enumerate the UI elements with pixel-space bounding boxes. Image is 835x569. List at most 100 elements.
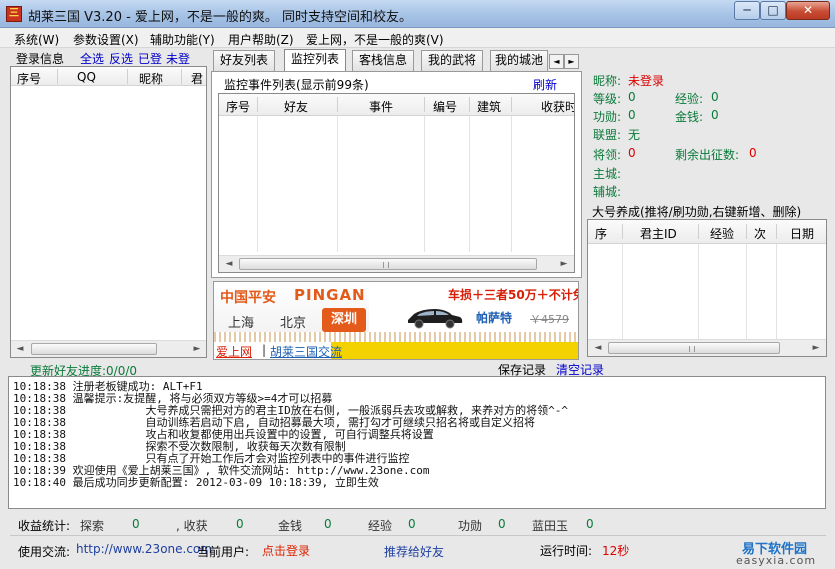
profile-panel: 昵称: 未登录 等级: 0 经验: 0 功勋: 0 金钱: 0 联盟: 无 将领… bbox=[587, 70, 827, 202]
col-header[interactable]: QQ bbox=[77, 70, 96, 84]
stat-jade-label: 蓝田玉 bbox=[532, 519, 569, 533]
menu-system[interactable]: 系统(W) bbox=[14, 31, 59, 48]
col-header[interactable]: 经验 bbox=[710, 225, 734, 242]
tab-scroll-right-icon[interactable]: ► bbox=[564, 54, 579, 69]
refresh-link[interactable]: 刷新 bbox=[533, 76, 557, 93]
close-button[interactable]: ✕ bbox=[786, 1, 830, 20]
profile-nickname-label: 昵称: bbox=[593, 74, 622, 88]
col-header[interactable]: 序 bbox=[595, 225, 607, 242]
maximize-button[interactable]: □ bbox=[760, 1, 786, 20]
col-header[interactable]: 事件 bbox=[369, 98, 393, 115]
stat-harvest-label: , 收获 bbox=[176, 519, 208, 533]
invert-select-link[interactable]: 反选 bbox=[109, 50, 133, 67]
horizontal-scrollbar[interactable]: ◄ ► bbox=[588, 339, 826, 356]
login-list-header: 序号 QQ 昵称 君 bbox=[11, 67, 206, 86]
scroll-thumb[interactable] bbox=[608, 342, 780, 354]
scroll-left-icon[interactable]: ◄ bbox=[12, 342, 28, 356]
profile-nickname-value: 未登录 bbox=[628, 74, 665, 88]
col-header[interactable]: 次 bbox=[754, 225, 766, 242]
ad-link-forum[interactable]: 胡莱三国交流 bbox=[270, 343, 342, 359]
menu-bar: 系统(W) 参数设置(X) 辅助功能(Y) 用户帮助(Z) 爱上网，不是一般的爽… bbox=[0, 28, 835, 48]
profile-level-value: 0 bbox=[628, 90, 636, 104]
log-panel[interactable]: 10:18:38 注册老板键成功: ALT+F1 10:18:38 温馨提示:友… bbox=[8, 376, 826, 509]
runtime-label: 运行时间: bbox=[540, 544, 593, 558]
profile-gold-label: 金钱: bbox=[675, 110, 704, 124]
col-header[interactable]: 编号 bbox=[433, 98, 457, 115]
col-header[interactable]: 序号 bbox=[17, 70, 41, 87]
menu-assist[interactable]: 辅助功能(Y) bbox=[150, 31, 215, 48]
login-list[interactable]: 序号 QQ 昵称 君 ◄ ► bbox=[10, 66, 207, 358]
scroll-left-icon[interactable]: ◄ bbox=[221, 257, 237, 271]
ad-promo-area: 车损＋三者50万＋不计免 帕萨特 ￥4579 bbox=[370, 282, 579, 332]
profile-merit-value: 0 bbox=[628, 108, 636, 122]
profile-level-label: 等级: bbox=[593, 92, 622, 106]
ad-banner[interactable]: 中国平安 PINGAN 上海 北京 深圳 车损＋三者50万＋不计免 帕萨特 ￥4… bbox=[213, 281, 579, 360]
col-header[interactable]: 收获时 bbox=[541, 98, 574, 115]
menu-help[interactable]: 用户帮助(Z) bbox=[228, 31, 294, 48]
title-bar: 三 胡莱三国 V3.20 - 爱上网，不是一般的爽。 同时支持空间和校友。 ─ … bbox=[0, 0, 835, 28]
ad-link-aishangwang[interactable]: 爱上网 bbox=[216, 343, 252, 359]
profile-sorties-value: 0 bbox=[749, 146, 757, 160]
login-link[interactable]: 点击登录 bbox=[262, 542, 310, 559]
stat-merit-value: 0 bbox=[498, 517, 506, 531]
tab-generals[interactable]: 我的武将 bbox=[421, 50, 483, 71]
profile-exp-label: 经验: bbox=[675, 92, 704, 106]
minimize-button[interactable]: ─ bbox=[734, 1, 760, 20]
monitor-list[interactable]: 序号 好友 事件 编号 建筑 收获时 ◄ ► bbox=[218, 93, 575, 273]
exchange-label: 使用交流: bbox=[18, 545, 71, 559]
ad-brand-en: PINGAN bbox=[294, 286, 366, 304]
ad-city-selected[interactable]: 深圳 bbox=[322, 308, 366, 332]
scroll-thumb[interactable] bbox=[239, 258, 537, 270]
tab-inn[interactable]: 客栈信息 bbox=[352, 50, 414, 71]
scroll-thumb[interactable] bbox=[31, 343, 157, 355]
app-icon: 三 bbox=[6, 6, 22, 22]
ad-city[interactable]: 上海 bbox=[228, 312, 254, 331]
watermark-en: easyxia.com bbox=[736, 554, 817, 567]
ad-city-selector: 上海 北京 深圳 bbox=[214, 308, 369, 332]
recommend-link[interactable]: 推荐给好友 bbox=[384, 543, 444, 560]
col-header[interactable]: 君 bbox=[191, 70, 203, 87]
horizontal-scrollbar[interactable]: ◄ ► bbox=[11, 340, 206, 357]
select-all-link[interactable]: 全选 bbox=[80, 50, 104, 67]
profile-merit-label: 功勋: bbox=[593, 110, 622, 124]
profile-main-city-label: 主城: bbox=[593, 167, 622, 181]
stat-gold-value: 0 bbox=[324, 517, 332, 531]
scroll-right-icon[interactable]: ► bbox=[808, 341, 824, 355]
horizontal-scrollbar[interactable]: ◄ ► bbox=[219, 255, 574, 272]
stat-merit-label: 功勋 bbox=[458, 519, 483, 533]
menu-settings[interactable]: 参数设置(X) bbox=[73, 31, 139, 48]
monitor-title: 监控事件列表(显示前99条) bbox=[224, 78, 369, 92]
tab-friends[interactable]: 好友列表 bbox=[213, 50, 275, 71]
scroll-left-icon[interactable]: ◄ bbox=[590, 341, 606, 355]
big-account-list[interactable]: 序 君主ID 经验 次 日期 ◄ ► bbox=[587, 219, 827, 357]
col-header[interactable]: 好友 bbox=[284, 98, 308, 115]
profile-alliance-value: 无 bbox=[628, 128, 641, 142]
big-account-header: 序 君主ID 经验 次 日期 bbox=[588, 220, 826, 244]
col-header[interactable]: 君主ID bbox=[640, 225, 677, 242]
profile-exp-value: 0 bbox=[711, 90, 719, 104]
stat-exp-label: 经验 bbox=[368, 519, 393, 533]
ad-promo-text: 车损＋三者50万＋不计免 bbox=[448, 288, 579, 302]
profile-sub-city-label: 辅城: bbox=[593, 185, 622, 199]
profile-gold-value: 0 bbox=[711, 108, 719, 122]
ad-city[interactable]: 北京 bbox=[280, 312, 306, 331]
scroll-right-icon[interactable]: ► bbox=[189, 342, 205, 356]
scroll-right-icon[interactable]: ► bbox=[556, 257, 572, 271]
tab-scroll-left-icon[interactable]: ◄ bbox=[549, 54, 564, 69]
col-header[interactable]: 建筑 bbox=[477, 98, 501, 115]
not-logged-link[interactable]: 未登 bbox=[166, 50, 190, 67]
logged-in-link[interactable]: 已登 bbox=[138, 50, 162, 67]
exchange-url-link[interactable]: http://www.23one.com bbox=[76, 542, 212, 556]
tab-monitor[interactable]: 监控列表 bbox=[284, 49, 346, 72]
window-title: 胡莱三国 V3.20 - 爱上网，不是一般的爽。 同时支持空间和校友。 bbox=[28, 10, 413, 25]
runtime-value: 12秒 bbox=[602, 544, 630, 558]
col-header[interactable]: 昵称 bbox=[139, 70, 163, 87]
ad-link-bar: 爱上网 | 胡莱三国交流 bbox=[214, 342, 578, 359]
menu-promo[interactable]: 爱上网，不是一般的爽(V) bbox=[306, 31, 444, 48]
login-panel-title: 登录信息 bbox=[16, 52, 65, 66]
ad-link-separator: | bbox=[262, 343, 267, 357]
col-header[interactable]: 序号 bbox=[226, 98, 250, 115]
car-icon bbox=[408, 309, 463, 329]
tab-cities[interactable]: 我的城池 bbox=[490, 50, 548, 71]
col-header[interactable]: 日期 bbox=[790, 225, 814, 242]
